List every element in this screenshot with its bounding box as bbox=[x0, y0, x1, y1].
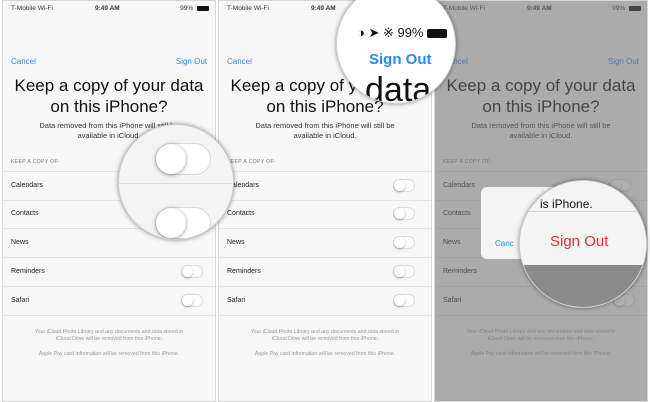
screenshot: T-Mobile Wi-Fi 9:49 AM 99% Cancel Sign O… bbox=[0, 0, 650, 402]
alert-divider bbox=[520, 211, 646, 212]
magnified-alert-sign-out-button[interactable]: Sign Out bbox=[550, 233, 608, 250]
carrier-label: T-Mobile Wi-Fi bbox=[227, 5, 269, 12]
magnified-dim-area bbox=[520, 265, 646, 307]
alert-cancel-button[interactable]: Canc bbox=[495, 239, 514, 248]
list-item-reminders: Reminders bbox=[3, 258, 215, 287]
battery-icon bbox=[197, 5, 209, 11]
list-item-calendars: Calendars bbox=[219, 171, 431, 201]
list-item-label: Calendars bbox=[11, 182, 43, 189]
clock: 9:49 AM bbox=[95, 5, 120, 12]
list-item-reminders: Reminders bbox=[219, 258, 431, 287]
list-item-label: Contacts bbox=[227, 210, 255, 217]
subtitle: Data removed from this iPhone will still… bbox=[237, 121, 413, 141]
list-item-contacts: Contacts bbox=[219, 200, 431, 229]
list-item-label: Safari bbox=[227, 297, 246, 304]
reminders-toggle[interactable] bbox=[393, 265, 415, 278]
clock: 9:49 AM bbox=[311, 5, 336, 12]
magnified-row-divider bbox=[119, 183, 233, 184]
footer-note-apple-pay: Apple Pay card information will be remov… bbox=[38, 351, 180, 357]
footer-note: Your iCloud Photo Library and any docume… bbox=[17, 329, 201, 343]
toggle-knob bbox=[156, 144, 186, 174]
magnified-heading-word: data bbox=[365, 71, 432, 104]
list-item-label: Contacts bbox=[11, 210, 39, 217]
magnified-sign-out-button[interactable]: Sign Out bbox=[369, 51, 432, 68]
news-toggle[interactable] bbox=[393, 236, 415, 249]
magnified-calendars-toggle[interactable] bbox=[155, 143, 211, 175]
list-item-safari: Safari bbox=[219, 287, 431, 316]
battery-icon bbox=[427, 29, 448, 39]
contacts-toggle[interactable] bbox=[393, 207, 415, 220]
calendars-toggle[interactable] bbox=[393, 179, 415, 192]
list-item-label: News bbox=[227, 239, 245, 246]
toggle-knob bbox=[394, 237, 405, 248]
footer-line-1: Your iCloud Photo Library and any docume… bbox=[250, 329, 400, 335]
page-title-line-1: Keep a copy of your data bbox=[14, 76, 204, 95]
sign-out-button[interactable]: Sign Out bbox=[176, 57, 207, 66]
footer-line-1: Your iCloud Photo Library and any docume… bbox=[34, 329, 184, 335]
toggle-knob bbox=[394, 295, 405, 306]
bluetooth-icon: ※ bbox=[383, 25, 394, 40]
magnified-status-icons: ◑ ➤ ※ 99% bbox=[357, 25, 448, 41]
magnified-battery-percentage: 99% bbox=[397, 25, 424, 40]
footer-note: Your iCloud Photo Library and any docume… bbox=[233, 329, 417, 343]
toggle-knob bbox=[394, 180, 405, 191]
list-item-label: Reminders bbox=[227, 268, 261, 275]
section-label: KEEP A COPY OF: bbox=[227, 159, 276, 165]
rotation-lock-icon: ◑ bbox=[357, 25, 365, 40]
footer-line-2: iCloud Drive will be removed from this i… bbox=[55, 336, 163, 342]
list-item-safari: Safari bbox=[3, 287, 215, 316]
list-item-news: News bbox=[219, 229, 431, 258]
magnifier-alert-sign-out: is iPhone. Sign Out bbox=[519, 180, 647, 308]
safari-toggle[interactable] bbox=[181, 294, 203, 307]
status-right: 99% bbox=[180, 5, 209, 12]
nav-bar: Cancel Sign Out bbox=[3, 57, 215, 69]
footer-line-2: iCloud Drive will be removed from this i… bbox=[271, 336, 379, 342]
carrier-label: T-Mobile Wi-Fi bbox=[11, 5, 53, 12]
footer-note-apple-pay: Apple Pay card information will be remov… bbox=[254, 351, 396, 357]
status-bar: T-Mobile Wi-Fi 9:49 AM 99% bbox=[3, 1, 215, 15]
subtitle-line-1: Data removed from this iPhone will still… bbox=[255, 121, 395, 130]
location-arrow-icon: ➤ bbox=[368, 25, 380, 40]
battery-percentage: 99% bbox=[180, 5, 194, 12]
section-label: KEEP A COPY OF: bbox=[11, 159, 60, 165]
toggle-list: Calendars Contacts News Reminders Safari bbox=[219, 171, 431, 316]
magnified-contacts-toggle[interactable] bbox=[155, 207, 211, 239]
toggle-knob bbox=[182, 266, 193, 277]
toggle-knob bbox=[156, 208, 186, 238]
magnified-alert-title: is iPhone. bbox=[540, 197, 593, 211]
reminders-toggle[interactable] bbox=[181, 265, 203, 278]
page-title-line-2: on this iPhone? bbox=[50, 97, 168, 116]
cancel-button[interactable]: Cancel bbox=[11, 57, 36, 66]
subtitle-line-2: available in iCloud. bbox=[293, 131, 357, 140]
list-item-label: News bbox=[11, 239, 29, 246]
page-title: Keep a copy of your data on this iPhone? bbox=[3, 75, 215, 117]
toggle-knob bbox=[394, 266, 405, 277]
toggle-knob bbox=[394, 208, 405, 219]
list-item-label: Reminders bbox=[11, 268, 45, 275]
magnified-alert-body bbox=[520, 181, 646, 265]
list-item-label: Safari bbox=[11, 297, 30, 304]
magnifier-toggles bbox=[118, 124, 234, 240]
cancel-button[interactable]: Cancel bbox=[227, 57, 252, 66]
safari-toggle[interactable] bbox=[393, 294, 415, 307]
toggle-knob bbox=[182, 295, 193, 306]
